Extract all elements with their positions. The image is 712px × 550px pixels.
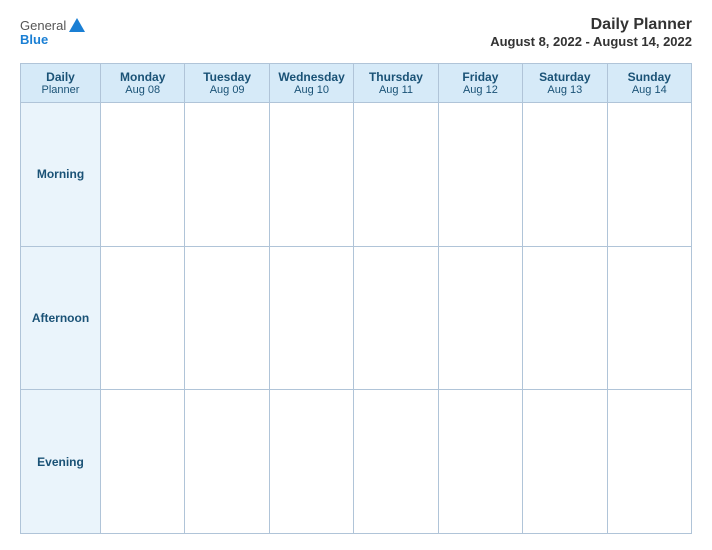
header-right: Daily Planner August 8, 2022 - August 14… bbox=[490, 16, 692, 49]
cell-sunday-morning[interactable] bbox=[607, 103, 691, 247]
row-label-evening: Evening bbox=[21, 390, 101, 534]
header-sunday: Sunday Aug 14 bbox=[607, 64, 691, 103]
cell-saturday-morning[interactable] bbox=[523, 103, 607, 247]
header-friday: Friday Aug 12 bbox=[438, 64, 522, 103]
row-afternoon: Afternoon bbox=[21, 246, 692, 390]
cell-tuesday-afternoon[interactable] bbox=[185, 246, 269, 390]
cell-thursday-afternoon[interactable] bbox=[354, 246, 438, 390]
cell-sunday-afternoon[interactable] bbox=[607, 246, 691, 390]
row-morning: Morning bbox=[21, 103, 692, 247]
cell-friday-evening[interactable] bbox=[438, 390, 522, 534]
logo-icon bbox=[67, 16, 87, 34]
header-wednesday: Wednesday Aug 10 bbox=[269, 64, 353, 103]
cell-friday-afternoon[interactable] bbox=[438, 246, 522, 390]
row-evening: Evening bbox=[21, 390, 692, 534]
logo-general-text: General bbox=[20, 18, 66, 33]
cell-sunday-evening[interactable] bbox=[607, 390, 691, 534]
header-monday: Monday Aug 08 bbox=[101, 64, 185, 103]
header-daily-planner: Daily Planner bbox=[21, 64, 101, 103]
cell-saturday-afternoon[interactable] bbox=[523, 246, 607, 390]
cell-wednesday-afternoon[interactable] bbox=[269, 246, 353, 390]
cell-wednesday-morning[interactable] bbox=[269, 103, 353, 247]
cell-tuesday-evening[interactable] bbox=[185, 390, 269, 534]
header-tuesday: Tuesday Aug 09 bbox=[185, 64, 269, 103]
row-label-morning: Morning bbox=[21, 103, 101, 247]
cell-friday-morning[interactable] bbox=[438, 103, 522, 247]
planner-title: Daily Planner bbox=[490, 16, 692, 34]
cell-wednesday-evening[interactable] bbox=[269, 390, 353, 534]
cell-monday-morning[interactable] bbox=[101, 103, 185, 247]
header-saturday: Saturday Aug 13 bbox=[523, 64, 607, 103]
logo-blue-text: Blue bbox=[20, 32, 48, 47]
logo: General Blue bbox=[20, 16, 88, 47]
planner-dates: August 8, 2022 - August 14, 2022 bbox=[490, 34, 692, 49]
row-label-afternoon: Afternoon bbox=[21, 246, 101, 390]
page-header: General Blue Daily Planner August 8, 202… bbox=[20, 16, 692, 49]
header-thursday: Thursday Aug 11 bbox=[354, 64, 438, 103]
cell-tuesday-morning[interactable] bbox=[185, 103, 269, 247]
planner-table: Daily Planner Monday Aug 08 Tuesday Aug … bbox=[20, 63, 692, 534]
cell-saturday-evening[interactable] bbox=[523, 390, 607, 534]
cell-thursday-evening[interactable] bbox=[354, 390, 438, 534]
cell-thursday-morning[interactable] bbox=[354, 103, 438, 247]
cell-monday-afternoon[interactable] bbox=[101, 246, 185, 390]
cell-monday-evening[interactable] bbox=[101, 390, 185, 534]
